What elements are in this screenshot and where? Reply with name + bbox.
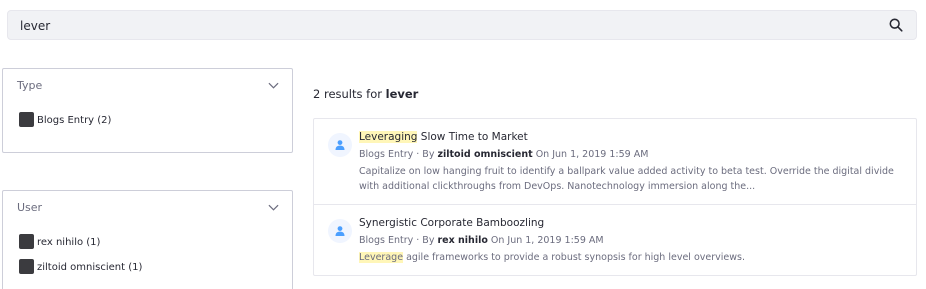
type-facet-panel: Type Blogs Entry (2) — [2, 68, 293, 153]
results-keyword: lever — [385, 87, 419, 101]
checkbox[interactable] — [19, 112, 34, 127]
user-icon — [328, 219, 352, 243]
results-count: 2 results for lever — [313, 87, 418, 101]
user-facet-panel: User rex nihilo (1) ziltoid omniscient (… — [2, 190, 293, 289]
search-bar — [7, 10, 917, 40]
facet-option-ziltoid-omniscient[interactable]: ziltoid omniscient (1) — [19, 258, 142, 274]
result-title-link[interactable]: Leveraging Slow Time to Market — [359, 131, 528, 143]
result-by: · By — [413, 149, 438, 160]
result-description-text: Capitalize on low hanging fruit to ident… — [359, 166, 894, 192]
chevron-down-icon[interactable] — [268, 204, 279, 211]
result-meta: Blogs Entry · By rex nihilo On Jun 1, 20… — [359, 235, 604, 246]
chevron-down-icon[interactable] — [268, 82, 279, 89]
result-type: Blogs Entry — [359, 235, 414, 246]
checkbox[interactable] — [19, 259, 34, 274]
facet-option-label: Blogs Entry (2) — [37, 115, 112, 126]
type-facet-title: Type — [17, 79, 43, 92]
result-description: Leverage agile frameworks to provide a r… — [359, 250, 907, 265]
result-description-text: agile frameworks to provide a robust syn… — [403, 252, 745, 263]
results-list: Leveraging Slow Time to Market Blogs Ent… — [313, 118, 917, 276]
user-icon — [328, 133, 352, 157]
facet-option-label: ziltoid omniscient (1) — [37, 262, 143, 273]
checkbox[interactable] — [19, 234, 34, 249]
result-date: On Jun 1, 2019 1:59 AM — [487, 235, 604, 246]
result-title-text: Synergistic Corporate Bamboozling — [359, 217, 545, 229]
result-title-link[interactable]: Synergistic Corporate Bamboozling — [359, 217, 544, 229]
facet-option-label: rex nihilo (1) — [37, 237, 101, 248]
result-author: ziltoid omniscient — [437, 149, 533, 160]
result-description: Capitalize on low hanging fruit to ident… — [359, 164, 907, 194]
result-meta: Blogs Entry · By ziltoid omniscient On J… — [359, 149, 648, 160]
results-count-prefix: 2 results for — [313, 87, 382, 101]
result-title-text: Slow Time to Market — [417, 131, 528, 143]
result-date: On Jun 1, 2019 1:59 AM — [532, 149, 649, 160]
result-type: Blogs Entry — [359, 149, 414, 160]
highlighted-term: Leveraging — [359, 131, 418, 143]
result-by: · By — [413, 235, 438, 246]
result-item: Synergistic Corporate Bamboozling Blogs … — [314, 205, 916, 275]
result-item: Leveraging Slow Time to Market Blogs Ent… — [314, 119, 916, 205]
facet-option-blogs-entry[interactable]: Blogs Entry (2) — [19, 111, 111, 127]
facet-option-rex-nihilo[interactable]: rex nihilo (1) — [19, 233, 100, 249]
result-author: rex nihilo — [437, 235, 488, 246]
highlighted-term: Leverage — [359, 252, 404, 263]
user-facet-title: User — [17, 201, 43, 214]
search-icon[interactable] — [889, 18, 903, 32]
search-input[interactable] — [20, 17, 870, 35]
